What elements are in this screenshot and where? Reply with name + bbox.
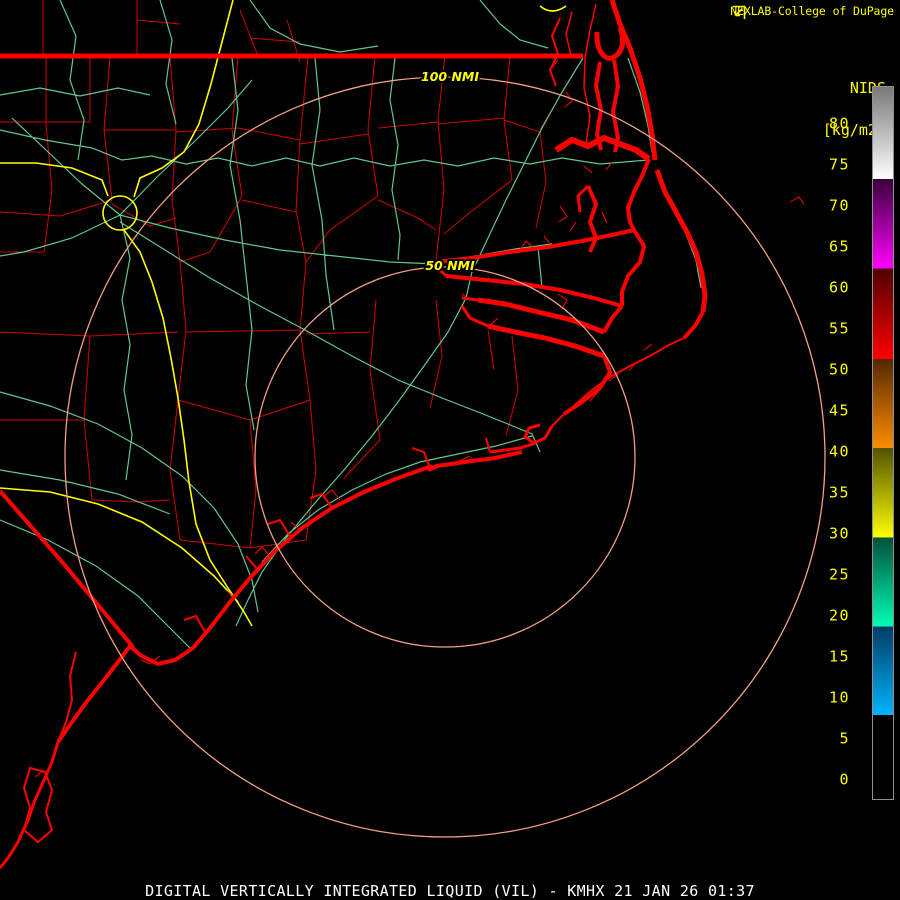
radar-display: 100 NMI 50 NMI NEXLAB-College of DuPage … — [0, 0, 900, 900]
range-rings: 100 NMI 50 NMI — [64, 67, 826, 838]
vil-colorbar — [872, 86, 894, 800]
marsh-detail — [34, 59, 805, 778]
colorbar-tick-label: 30 — [828, 524, 850, 543]
colorbar-tick-label: 0 — [839, 770, 850, 789]
colorbar-tick-label: 45 — [828, 401, 850, 420]
colorbar-tick-label: 35 — [828, 483, 850, 502]
colorbar-tick-label: 20 — [828, 606, 850, 625]
colorbar-tick-label: 75 — [828, 155, 850, 174]
colorbar-tick-label: 5 — [839, 729, 850, 748]
colorbar-tick-label: 70 — [828, 196, 850, 215]
range-ring-label-50: 50 NMI — [425, 258, 475, 273]
colorbar-tick-label: 80 — [828, 114, 850, 133]
product-title: DIGITAL VERTICALLY INTEGRATED LIQUID (VI… — [145, 882, 755, 900]
header: NEXLAB-College of DuPage — [730, 4, 894, 19]
colorbar-tick-label: 60 — [828, 278, 850, 297]
colorbar-tick-label: 40 — [828, 442, 850, 461]
radar-map: 100 NMI 50 NMI — [0, 0, 826, 869]
brand-text: NEXLAB-College of DuPage — [730, 4, 894, 18]
colorbar-tick-label: 65 — [828, 237, 850, 256]
colorbar-tick-label: 55 — [828, 319, 850, 338]
interstate-roads — [0, 0, 567, 627]
state-borders — [0, 53, 583, 649]
colorbar-tick-label: 50 — [828, 360, 850, 379]
road-network — [0, 0, 702, 651]
colorbar-tick-label: 25 — [828, 565, 850, 584]
range-ring-label-100: 100 NMI — [421, 69, 479, 84]
cursor-icon — [733, 5, 746, 19]
colorbar-tick-label: 15 — [828, 647, 850, 666]
colorbar-tick-label: 10 — [828, 688, 850, 707]
